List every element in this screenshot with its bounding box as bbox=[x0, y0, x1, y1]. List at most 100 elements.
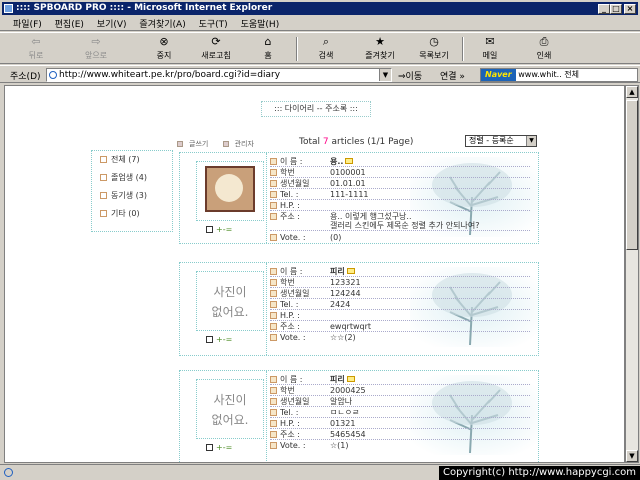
maximize-button[interactable]: □ bbox=[610, 4, 622, 14]
toolbar-separator bbox=[462, 37, 464, 61]
total-articles: Total 7 articles (1/1 Page) bbox=[299, 137, 414, 147]
field-name: 이 름 : 피리 bbox=[270, 267, 530, 277]
refresh-button[interactable]: ⟳ 새로고침 bbox=[192, 35, 240, 63]
menu-bar: 파일(F) 편집(E) 보기(V) 즐겨찾기(A) 도구(T) 도움말(H) bbox=[0, 15, 640, 31]
naver-logo: Naver bbox=[481, 69, 516, 81]
back-button[interactable]: ⇦ 뒤로 bbox=[12, 35, 60, 63]
mail-button[interactable]: ✉ 메일 bbox=[466, 35, 514, 63]
vertical-scrollbar[interactable]: ▲ ▼ bbox=[625, 85, 639, 463]
field-tel: Tel. :111-1111 bbox=[270, 190, 530, 200]
field-address: 주소 :5465454 bbox=[270, 430, 530, 440]
entry-photo[interactable] bbox=[196, 161, 264, 221]
entry-checkbox[interactable] bbox=[206, 336, 213, 343]
mail-icon: ✉ bbox=[485, 35, 495, 48]
address-entry: 사진이 없어요. +-= 이 름 : 피리 학번 123321 생년월일 124244 … bbox=[179, 262, 539, 356]
browser-window: :::: SPBOARD PRO :::: - Microsoft Intern… bbox=[0, 0, 640, 480]
write-link[interactable]: 글쓰기 bbox=[177, 140, 214, 148]
search-icon: ⌕ bbox=[322, 35, 330, 48]
category-list: 전체 (7) 졸업생 (4) 동기생 (3) 기타 (0) bbox=[91, 150, 173, 232]
toolbar-separator bbox=[296, 37, 298, 61]
field-birthday: 생년월일 알암나 bbox=[270, 397, 530, 407]
field-tel: Tel. :2424 bbox=[270, 300, 530, 310]
mail-icon[interactable] bbox=[346, 376, 355, 382]
toolbar: ⇦ 뒤로 ⇨ 앞으로 ⊗ 중지 ⟳ 새로고침 ⌂ 홈 ⌕ 검색 ★ 즐겨찾기 ◷ bbox=[0, 32, 640, 64]
field-tel: Tel. : ㅁㄴㅇㄹ bbox=[270, 408, 530, 418]
stop-button[interactable]: ⊗ 중지 bbox=[140, 35, 188, 63]
field-address: 주소 : ewqrtwqrt bbox=[270, 322, 530, 332]
address-label: 주소(D) bbox=[10, 72, 41, 82]
refresh-icon: ⟳ bbox=[211, 35, 221, 48]
home-icon: ⌂ bbox=[264, 35, 272, 48]
address-dropdown-icon[interactable]: ▼ bbox=[379, 69, 391, 81]
entry-checkbox[interactable] bbox=[206, 226, 213, 233]
search-button[interactable]: ⌕ 검색 bbox=[302, 35, 350, 63]
home-button[interactable]: ⌂ 홈 bbox=[244, 35, 292, 63]
scroll-down-icon[interactable]: ▼ bbox=[626, 450, 638, 462]
field-hp: H.P. : bbox=[270, 311, 530, 321]
status-page-icon bbox=[4, 468, 13, 477]
field-hp: H.P. : bbox=[270, 201, 530, 211]
mail-icon[interactable] bbox=[346, 268, 355, 274]
menu-help[interactable]: 도움말(H) bbox=[236, 15, 285, 30]
category-classmates[interactable]: 동기생 (3) bbox=[92, 187, 172, 205]
category-icon bbox=[100, 156, 107, 163]
address-input[interactable]: http://www.whiteart.pe.kr/pro/board.cgi?… bbox=[46, 68, 392, 82]
field-birthday: 생년월일 01.01.01 bbox=[270, 179, 530, 189]
history-icon: ◷ bbox=[429, 35, 439, 48]
menu-file[interactable]: 파일(F) bbox=[8, 15, 47, 30]
no-photo-text: 사진이 없어요. bbox=[211, 393, 249, 427]
top-links: 글쓰기 관리자 bbox=[177, 139, 266, 149]
field-name: 이 름 : 피리 bbox=[270, 375, 530, 385]
entry-controls[interactable]: +-= bbox=[206, 335, 232, 344]
address-entry: 사진이 없어요. +-= 이 름 : 피리 학번 2000425 생년월일 알암나 Te… bbox=[179, 370, 539, 462]
admin-link[interactable]: 관리자 bbox=[222, 140, 260, 148]
window-title: :::: SPBOARD PRO :::: - Microsoft Intern… bbox=[16, 3, 273, 13]
scroll-up-icon[interactable]: ▲ bbox=[626, 86, 638, 98]
print-button[interactable]: ⎙ 인쇄 bbox=[520, 35, 568, 63]
entry-photo[interactable]: 사진이 없어요. bbox=[196, 271, 264, 331]
naver-toolbar[interactable]: Naver www.whit.. 전체 bbox=[480, 68, 638, 82]
no-photo-text: 사진이 없어요. bbox=[211, 285, 249, 319]
copyright-banner: Copyright(c) http://www.happycgi.com bbox=[438, 466, 640, 480]
menu-edit[interactable]: 편집(E) bbox=[50, 15, 89, 30]
field-address-line2: 갤러리 스킨에두 제목순 정렬 추가 안되나여? bbox=[270, 221, 530, 231]
status-bar: Copyright(c) http://www.happycgi.com bbox=[0, 464, 640, 480]
favorites-button[interactable]: ★ 즐겨찾기 bbox=[356, 35, 404, 63]
history-button[interactable]: ◷ 목록보기 bbox=[410, 35, 458, 63]
entry-photo[interactable]: 사진이 없어요. bbox=[196, 379, 264, 439]
board-title: ::: 다이어리 -- 주소록 ::: bbox=[261, 101, 371, 117]
mail-icon[interactable] bbox=[345, 158, 354, 164]
entry-controls[interactable]: +-= bbox=[206, 225, 232, 234]
page-icon bbox=[49, 71, 57, 79]
chevron-down-icon: ▼ bbox=[526, 136, 536, 146]
back-arrow-icon: ⇦ bbox=[31, 35, 41, 48]
links-button[interactable]: 연결 » bbox=[440, 69, 465, 82]
field-id: 학번 0100001 bbox=[270, 168, 530, 178]
scroll-thumb[interactable] bbox=[626, 100, 638, 250]
close-button[interactable]: × bbox=[624, 4, 636, 14]
category-icon bbox=[100, 210, 107, 217]
address-bar: 주소(D) http://www.whiteart.pe.kr/pro/boar… bbox=[0, 65, 640, 83]
field-birthday: 생년월일 124244 bbox=[270, 289, 530, 299]
menu-view[interactable]: 보기(V) bbox=[92, 15, 132, 30]
category-etc[interactable]: 기타 (0) bbox=[92, 205, 172, 223]
ie-icon bbox=[4, 4, 13, 13]
address-entry: +-= 이 름 : 용.. 학번 0100001 생년월일 01.01.01 Tel.… bbox=[179, 152, 539, 244]
minimize-button[interactable]: _ bbox=[598, 4, 610, 14]
field-hp: H.P. :01321 bbox=[270, 419, 530, 429]
entry-checkbox[interactable] bbox=[206, 444, 213, 451]
category-all[interactable]: 전체 (7) bbox=[92, 151, 172, 169]
entry-controls[interactable]: +-= bbox=[206, 443, 232, 452]
print-icon: ⎙ bbox=[539, 35, 549, 48]
menu-tools[interactable]: 도구(T) bbox=[194, 15, 233, 30]
go-button[interactable]: ⇒이동 bbox=[398, 69, 422, 82]
naver-search-text: www.whit.. 전체 bbox=[518, 70, 579, 79]
sort-select[interactable]: 정렬 - 등록순 ▼ bbox=[465, 135, 537, 147]
category-graduates[interactable]: 졸업생 (4) bbox=[92, 169, 172, 187]
page-content: ::: 다이어리 -- 주소록 ::: 글쓰기 관리자 Total 7 arti… bbox=[4, 85, 625, 463]
menu-favorites[interactable]: 즐겨찾기(A) bbox=[134, 15, 190, 30]
category-icon bbox=[100, 174, 107, 181]
field-id: 학번 123321 bbox=[270, 278, 530, 288]
forward-button[interactable]: ⇨ 앞으로 bbox=[72, 35, 120, 63]
title-bar: :::: SPBOARD PRO :::: - Microsoft Intern… bbox=[2, 2, 638, 15]
